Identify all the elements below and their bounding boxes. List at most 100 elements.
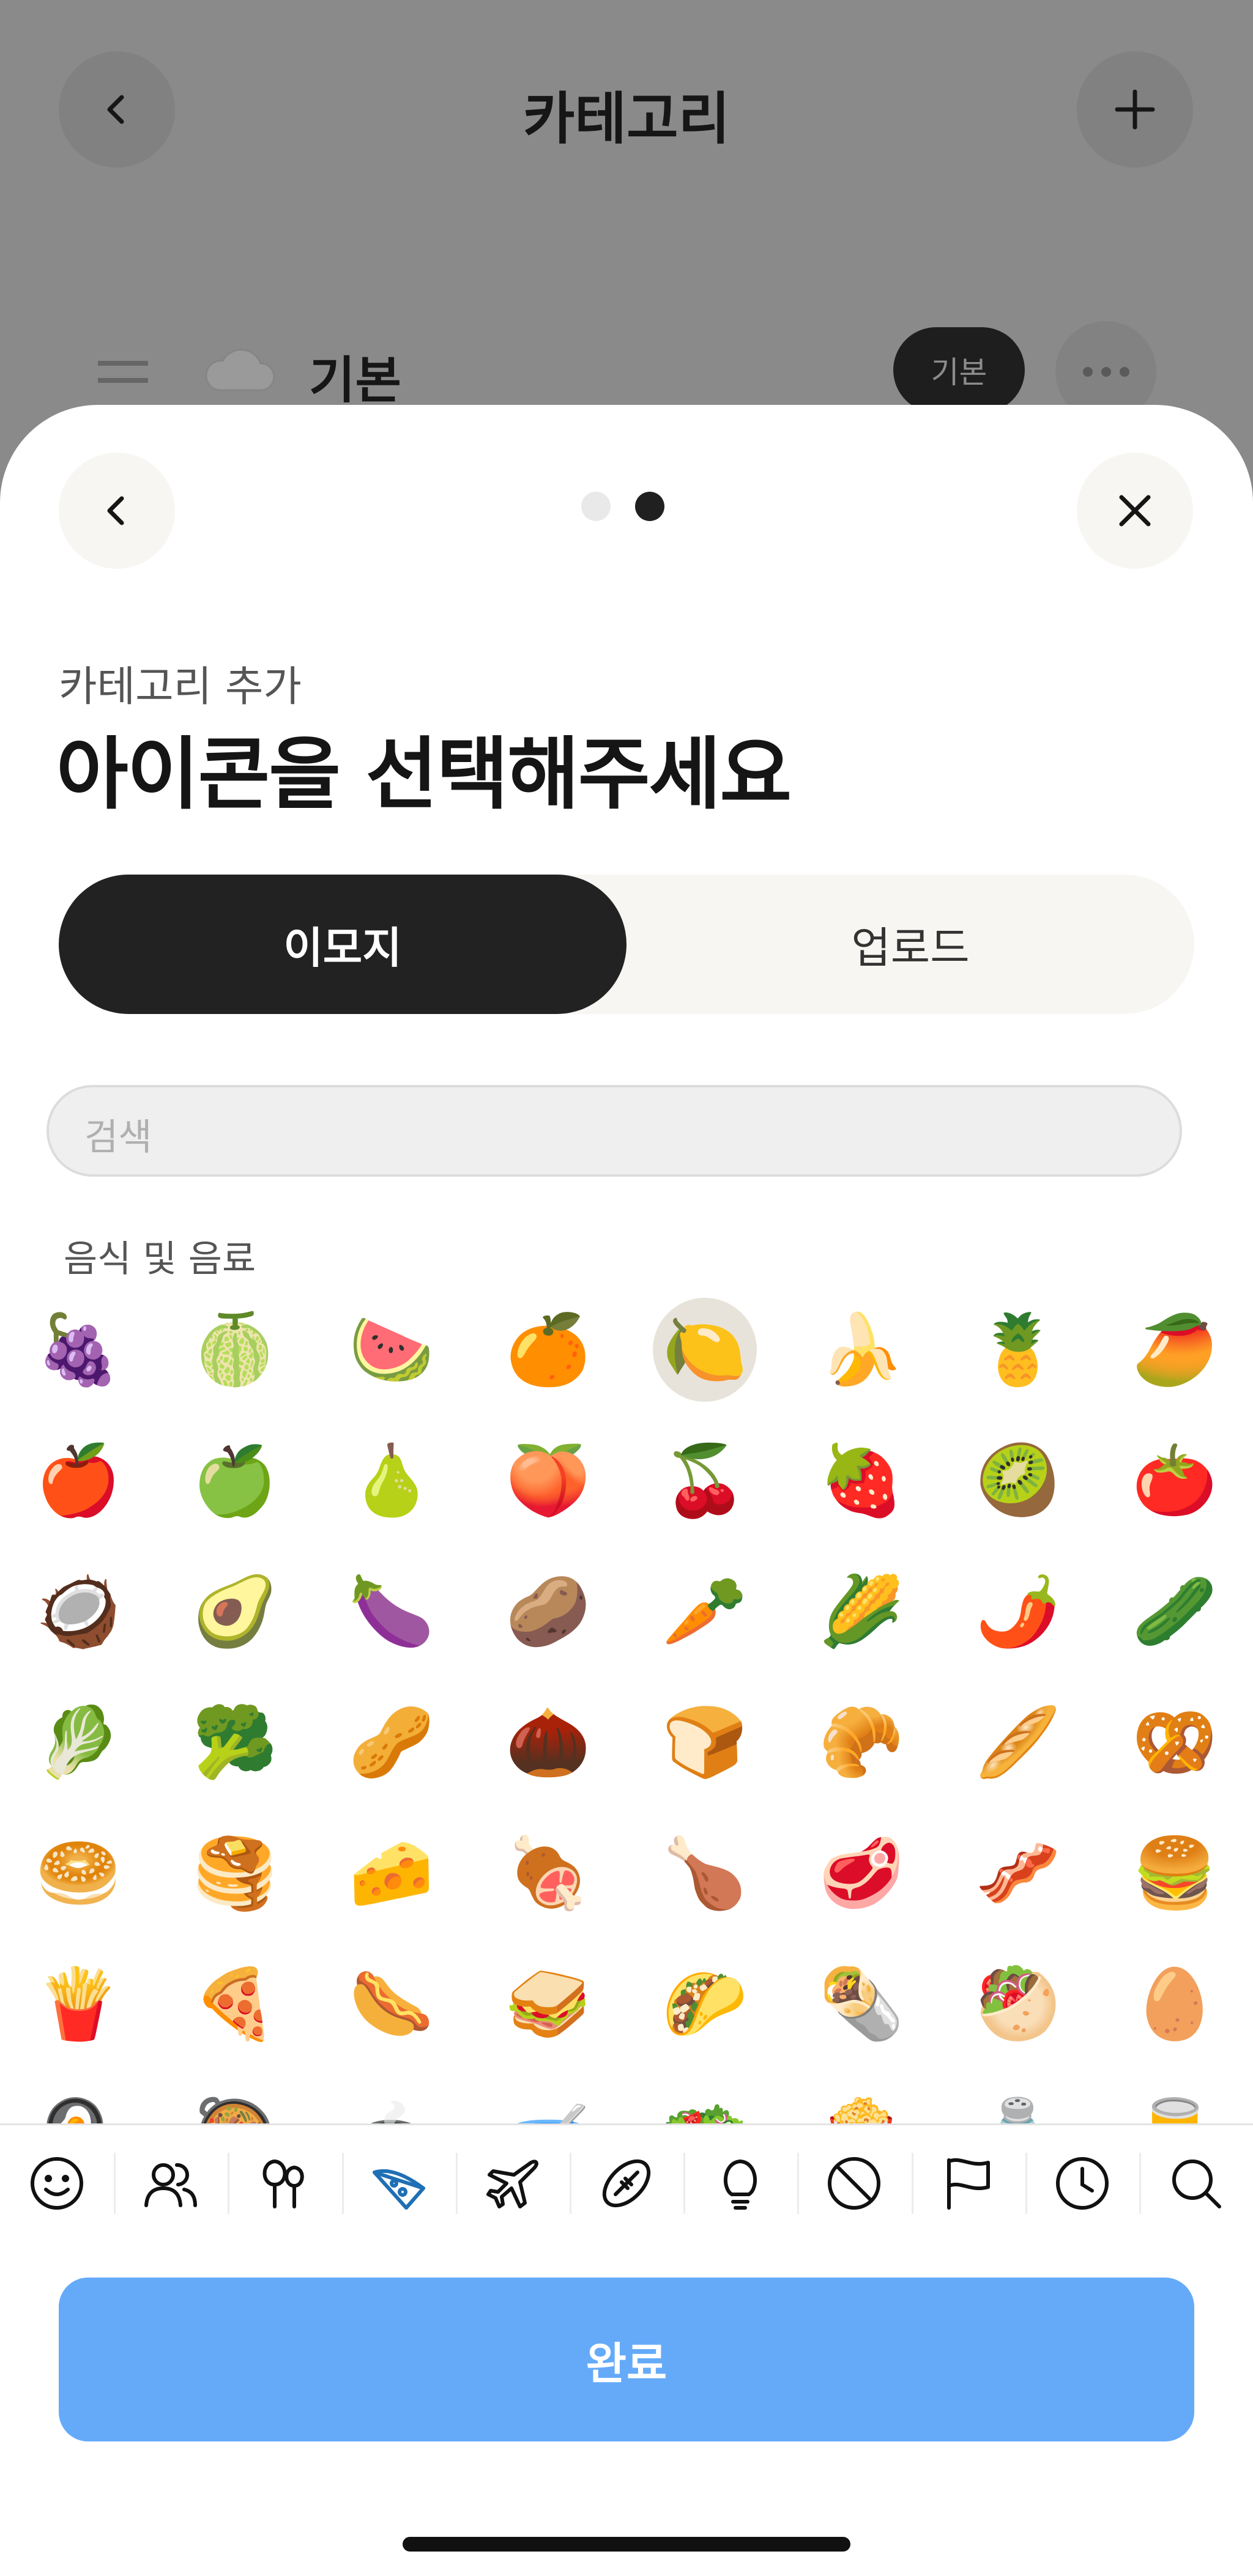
emoji-cell[interactable]: 🍓 (809, 1429, 913, 1533)
emoji-cell[interactable]: 🥭 (1123, 1298, 1227, 1402)
emoji-cell[interactable]: 🍒 (653, 1429, 757, 1533)
emoji-cell[interactable]: 🌮 (653, 1952, 757, 2056)
emoji-cell[interactable]: 🥥 (26, 1560, 130, 1664)
sheet-title: 아이콘을 선택해주세요 (56, 729, 792, 820)
category-tab-smiley[interactable] (0, 2125, 114, 2241)
emoji-cell[interactable]: 🍅 (1123, 1429, 1227, 1533)
emoji-cell[interactable]: 🥬 (26, 1690, 130, 1794)
cloud-icon (205, 349, 275, 391)
emoji-cell[interactable]: 🥚 (1123, 1952, 1227, 2056)
category-tab-activity[interactable] (569, 2125, 683, 2241)
emoji-cell[interactable]: 🥑 (183, 1560, 287, 1664)
icon-source-tabs: 이모지 업로드 (59, 875, 1194, 1014)
emoji-cell[interactable]: 🍆 (340, 1560, 444, 1664)
emoji-cell[interactable]: 🍌 (809, 1298, 913, 1402)
close-button[interactable] (1077, 453, 1193, 569)
sheet-subtitle: 카테고리 추가 (59, 663, 302, 711)
page-title: 카테고리 (522, 86, 731, 152)
search-icon (1172, 2160, 1221, 2208)
category-tab-recent[interactable] (1025, 2125, 1139, 2241)
emoji-cell[interactable]: 🌶️ (966, 1560, 1070, 1664)
emoji-cell[interactable]: 🥒 (1123, 1560, 1227, 1664)
emoji-cell[interactable]: 🍐 (340, 1429, 444, 1533)
plus-icon (1115, 89, 1155, 130)
done-button[interactable]: 완료 (59, 2278, 1194, 2441)
category-row-label: 기본 (309, 352, 401, 410)
emoji-cell[interactable]: 🥓 (966, 1821, 1070, 1925)
emoji-cell[interactable]: 🍈 (183, 1298, 287, 1402)
emoji-cell[interactable]: 🥩 (809, 1821, 913, 1925)
emoji-cell[interactable]: 🍞 (653, 1690, 757, 1794)
emoji-cell[interactable]: 🍿 (809, 2083, 913, 2123)
emoji-cell[interactable]: 🌯 (809, 1952, 913, 2056)
emoji-cell[interactable]: 🥕 (653, 1560, 757, 1664)
emoji-cell[interactable]: 🍏 (183, 1429, 287, 1533)
emoji-cell[interactable]: 🥣 (496, 2083, 600, 2123)
category-tab-objects[interactable] (683, 2125, 797, 2241)
emoji-cell[interactable]: 🌭 (340, 1952, 444, 2056)
category-tab-symbols[interactable] (797, 2125, 911, 2241)
emoji-cell[interactable]: 🥫 (1123, 2083, 1227, 2123)
emoji-cell[interactable]: 🥦 (183, 1690, 287, 1794)
flags-icon (946, 2158, 990, 2210)
emoji-cell[interactable]: 🍲 (340, 2083, 444, 2123)
page-dot (581, 492, 611, 521)
emoji-cell[interactable]: 🥯 (26, 1821, 130, 1925)
search-field[interactable] (46, 1085, 1182, 1177)
emoji-cell[interactable]: 🥝 (966, 1429, 1070, 1533)
search-input[interactable] (49, 1087, 1180, 1174)
smiley-icon (31, 2157, 84, 2210)
page-indicator (581, 492, 664, 521)
emoji-cell[interactable]: 🍊 (496, 1298, 600, 1402)
symbols-icon (828, 2157, 881, 2210)
emoji-cell[interactable]: 🧂 (966, 2083, 1070, 2123)
category-tab-nature[interactable] (228, 2125, 341, 2241)
emoji-cell[interactable]: 🥜 (340, 1690, 444, 1794)
emoji-cell[interactable]: 🌽 (809, 1560, 913, 1664)
objects-icon (724, 2159, 757, 2210)
category-tab-people[interactable] (114, 2125, 228, 2241)
emoji-cell[interactable]: 🍕 (183, 1952, 287, 2056)
emoji-cell[interactable]: 🥙 (966, 1952, 1070, 2056)
home-indicator (403, 2537, 850, 2552)
sheet-back-button[interactable] (59, 453, 175, 569)
emoji-cell[interactable]: 🥘 (183, 2083, 287, 2123)
emoji-cell[interactable]: 🌰 (496, 1690, 600, 1794)
emoji-cell[interactable]: 🥪 (496, 1952, 600, 2056)
emoji-cell[interactable]: 🍍 (966, 1298, 1070, 1402)
drag-handle-icon[interactable] (98, 361, 148, 383)
emoji-cell[interactable]: 🍳 (26, 2083, 130, 2123)
food-icon (372, 2169, 425, 2210)
emoji-cell[interactable]: 🍉 (340, 1298, 444, 1402)
activity-icon (602, 2159, 651, 2208)
category-tab-flags[interactable] (911, 2125, 1025, 2241)
category-tab-food[interactable] (341, 2125, 456, 2241)
emoji-cell[interactable]: 🥔 (496, 1560, 600, 1664)
more-icon (1082, 366, 1129, 377)
emoji-cell[interactable]: 🥨 (1123, 1690, 1227, 1794)
emoji-cell[interactable]: 🥐 (809, 1690, 913, 1794)
emoji-cell[interactable]: 🥖 (966, 1690, 1070, 1794)
recent-icon (1055, 2157, 1109, 2210)
category-tab-search[interactable] (1139, 2125, 1253, 2241)
emoji-cell[interactable]: 🍟 (26, 1952, 130, 2056)
emoji-cell[interactable]: 🧀 (340, 1821, 444, 1925)
add-category-button[interactable] (1077, 51, 1193, 168)
add-category-sheet: 카테고리 추가 아이콘을 선택해주세요 이모지 업로드 음식 및 음료 🍇 🍈 🍉 🍊… (0, 405, 1253, 2576)
emoji-cell[interactable]: 🍇 (26, 1298, 130, 1402)
category-tab-travel[interactable] (455, 2125, 570, 2241)
tab-upload[interactable]: 업로드 (626, 875, 1194, 1014)
emoji-cell[interactable]: 🥞 (183, 1821, 287, 1925)
emoji-cell[interactable]: 🍋 (653, 1298, 757, 1402)
travel-icon (486, 2160, 538, 2208)
emoji-cell[interactable]: 🍗 (653, 1821, 757, 1925)
emoji-cell[interactable]: 🍑 (496, 1429, 600, 1533)
section-label: 음식 및 음료 (64, 1238, 256, 1281)
emoji-cell[interactable]: 🥗 (653, 2083, 757, 2123)
page-dot-active (635, 492, 664, 521)
emoji-cell[interactable]: 🍖 (496, 1821, 600, 1925)
tab-emoji[interactable]: 이모지 (59, 875, 626, 1014)
emoji-grid: 🍇 🍈 🍉 🍊 🍋 🍌 🍍 🥭 🍎 🍏 🍐 🍑 🍒 🍓 🥝 🍅 🥥 🥑 🍆 🥔 🥕 🌽 🌶️ 🥒 🥬 🥦 🥜 🌰 🍞 🥐 🥖 🥨 🥯 🥞 🧀 🍖 🍗 🥩 🥓… (0, 1298, 1253, 2123)
emoji-cell[interactable]: 🍎 (26, 1429, 130, 1533)
emoji-cell[interactable]: 🍔 (1123, 1821, 1227, 1925)
